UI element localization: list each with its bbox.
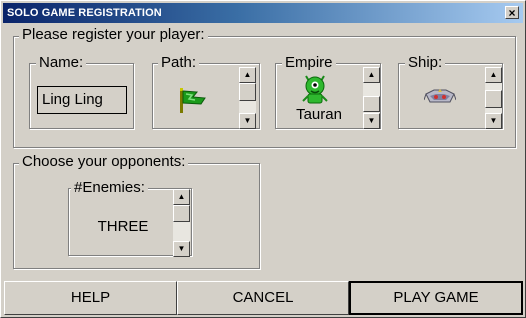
green-flag-icon: [177, 86, 209, 114]
name-legend: Name:: [36, 54, 87, 72]
empire-legend: Empire: [282, 54, 336, 72]
ship-scroll-thumb[interactable]: [485, 90, 502, 108]
enemies-legend: #Enemies:: [71, 179, 148, 197]
enemies-scroll-up[interactable]: ▲: [173, 189, 190, 205]
ship-scrollbar[interactable]: ▲ ▼: [485, 67, 502, 129]
empire-scroll-up[interactable]: ▲: [363, 67, 380, 83]
enemies-scroll-thumb[interactable]: [173, 205, 190, 222]
path-group: Path: ▲ ▼: [152, 54, 260, 129]
cancel-button[interactable]: CANCEL: [177, 281, 349, 315]
empire-value: Tauran: [296, 106, 342, 123]
enemies-value: THREE: [97, 218, 149, 235]
opponents-legend: Choose your opponents:: [19, 153, 189, 171]
green-alien-icon: [300, 73, 330, 105]
help-button[interactable]: HELP: [4, 281, 177, 315]
enemies-scrollbar[interactable]: ▲ ▼: [173, 189, 190, 257]
empire-scroll-thumb[interactable]: [363, 96, 380, 112]
empire-group: Empire Tauran ▲ ▼: [275, 54, 381, 129]
title-bar[interactable]: SOLO GAME REGISTRATION ×: [3, 3, 523, 23]
path-scroll-thumb[interactable]: [239, 83, 256, 101]
empire-scroll-down[interactable]: ▼: [363, 113, 380, 129]
path-scroll-down[interactable]: ▼: [239, 113, 256, 129]
name-group: Name: Ling Ling: [29, 54, 134, 129]
enemies-scroll-down[interactable]: ▼: [173, 241, 190, 257]
opponents-group: Choose your opponents: #Enemies: THREE ▲…: [13, 153, 260, 269]
close-button[interactable]: ×: [505, 6, 519, 19]
window-title: SOLO GAME REGISTRATION: [7, 7, 162, 19]
play-game-button[interactable]: PLAY GAME: [349, 281, 523, 315]
empire-scrollbar[interactable]: ▲ ▼: [363, 67, 380, 129]
path-scrollbar[interactable]: ▲ ▼: [239, 67, 256, 129]
registration-window: SOLO GAME REGISTRATION × Please register…: [0, 0, 526, 318]
path-scroll-up[interactable]: ▲: [239, 67, 256, 83]
register-player-group: Please register your player: Name: Ling …: [13, 26, 516, 148]
spaceship-icon: [423, 86, 457, 108]
path-legend: Path:: [158, 54, 200, 72]
player-name-field[interactable]: Ling Ling: [37, 86, 127, 114]
enemies-group: #Enemies: THREE ▲ ▼: [68, 179, 192, 257]
ship-scroll-down[interactable]: ▼: [485, 113, 502, 129]
register-player-legend: Please register your player:: [19, 26, 208, 44]
ship-scroll-up[interactable]: ▲: [485, 67, 502, 83]
ship-group: Ship: ▲ ▼: [398, 54, 503, 129]
ship-legend: Ship:: [405, 54, 446, 72]
